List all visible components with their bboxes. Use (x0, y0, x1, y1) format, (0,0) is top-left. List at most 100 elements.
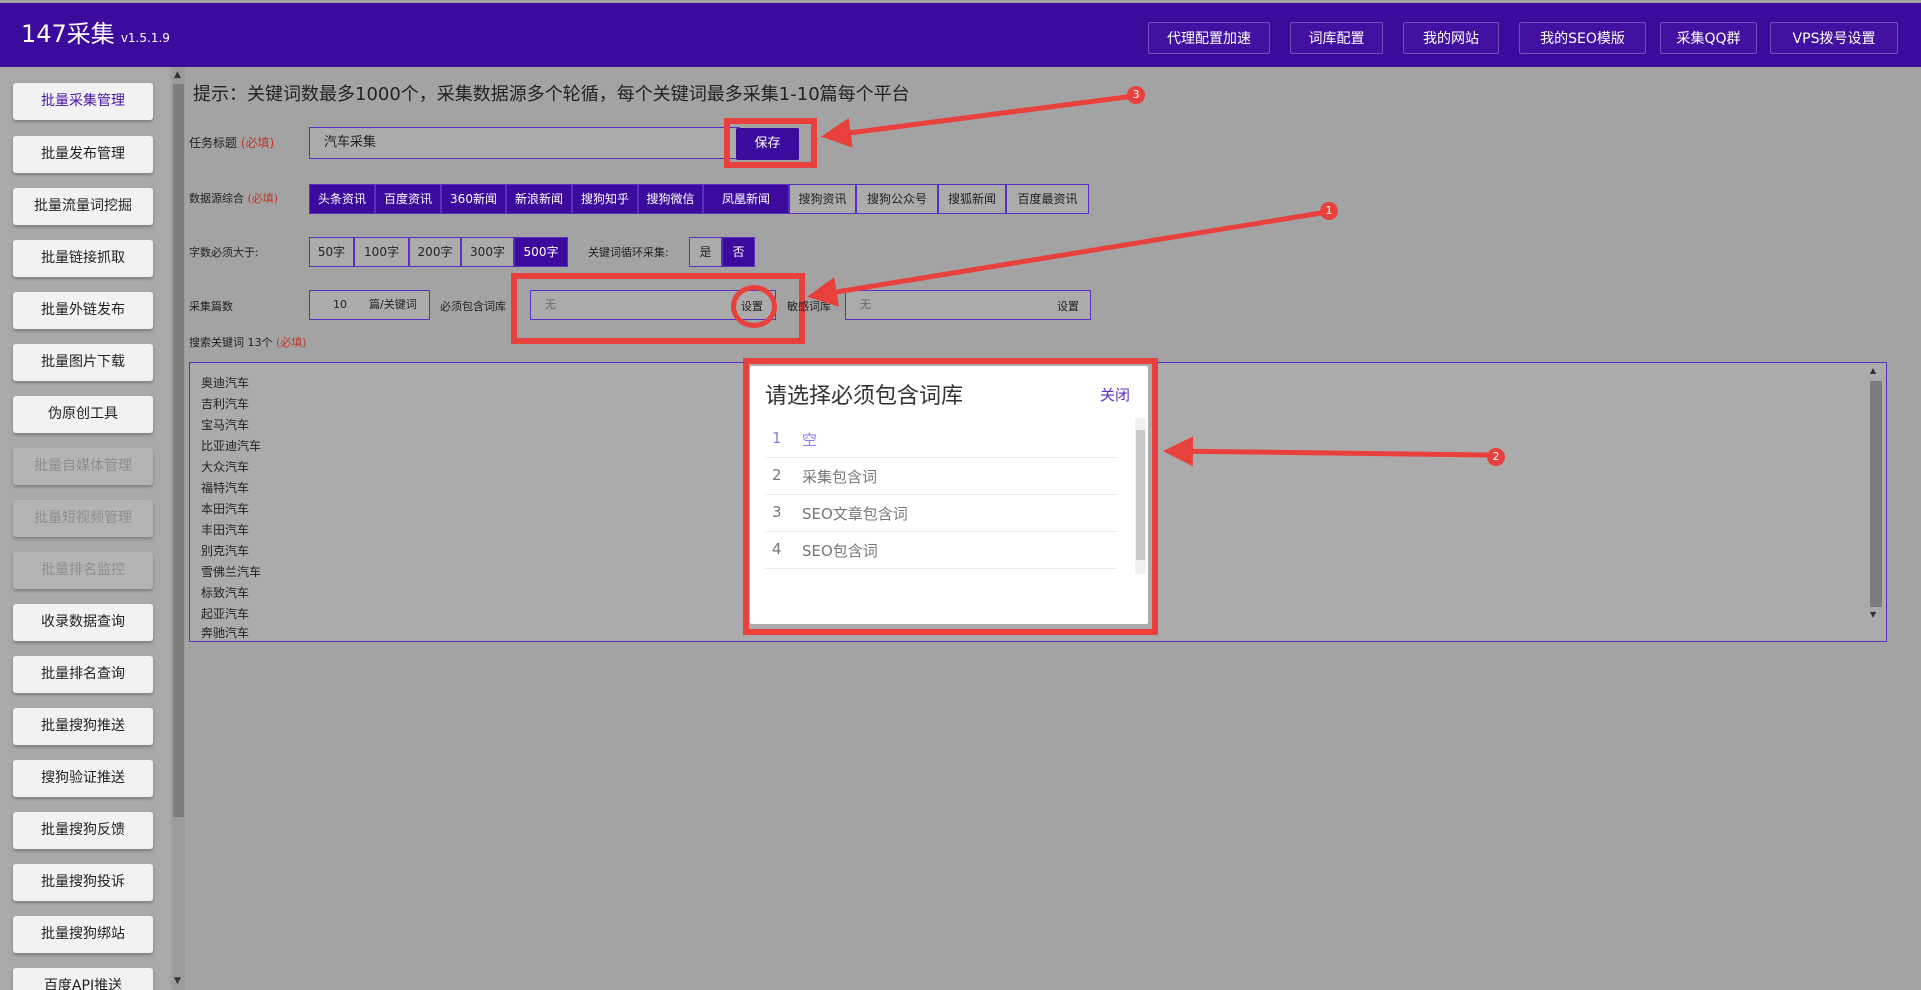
modal-title: 请选择必须包含词库 (765, 384, 964, 409)
task-title-text: 任务标题 (189, 136, 238, 150)
nav-vps-dialup[interactable]: VPS拨号设置 (1770, 22, 1898, 54)
lexicon-item-label: SEO文章包含词 (802, 505, 908, 523)
count-label: 采集篇数 (189, 300, 233, 313)
sidebar-item-rank-monitor: 批量排名监控 (13, 552, 153, 589)
sidebar-item-rank-query[interactable]: 批量排名查询 (13, 656, 153, 693)
keywords-count: 13个 (247, 336, 273, 349)
app-version: v1.5.1.9 (120, 31, 170, 45)
source-toutiao[interactable]: 头条资讯 (309, 184, 375, 214)
keyword-line: 雪佛兰汽车 (201, 565, 262, 579)
keyword-line: 别克汽车 (201, 544, 250, 558)
lexicon-item-label: SEO包含词 (802, 542, 878, 560)
required-mark: (必填) (240, 136, 275, 150)
sources-label-text: 数据源综合 (189, 192, 244, 205)
scroll-up-arrow-icon[interactable]: ▲ (174, 70, 181, 80)
nav-qq-group[interactable]: 采集QQ群 (1660, 22, 1757, 54)
sidebar-item-baidu-api-push[interactable]: 百度API推送 (13, 968, 153, 990)
nav-proxy-config[interactable]: 代理配置加速 (1148, 22, 1270, 54)
source-baidu-latest[interactable]: 百度最资讯 (1006, 184, 1089, 214)
sidebar-item-pseudo-original[interactable]: 伪原创工具 (13, 396, 153, 433)
sidebar-item-backlink-publish[interactable]: 批量外链发布 (13, 292, 153, 329)
keywords-label-text: 搜索关键词 (189, 336, 244, 349)
keyword-line: 奔驰汽车 (201, 626, 250, 640)
nav-seo-templates[interactable]: 我的SEO模版 (1519, 22, 1646, 54)
save-button[interactable]: 保存 (736, 128, 799, 160)
sidebar-item-sogou-complaint[interactable]: 批量搜狗投诉 (13, 864, 153, 901)
required-mark: (必填) (247, 192, 279, 205)
loop-no[interactable]: 否 (722, 237, 755, 267)
min-words-500[interactable]: 500字 (514, 237, 568, 267)
modal-close-button[interactable]: 关闭 (1100, 384, 1130, 405)
keyword-line: 福特汽车 (201, 481, 250, 495)
sidebar-item-link-crawl[interactable]: 批量链接抓取 (13, 240, 153, 277)
source-sogou-news[interactable]: 搜狗资讯 (789, 184, 856, 214)
lexicon-item[interactable]: 1空 (765, 421, 1117, 458)
sidebar-item-collect-manage[interactable]: 批量采集管理 (13, 83, 153, 120)
source-360[interactable]: 360新闻 (441, 184, 506, 214)
annotation-badge-3: 3 (1127, 86, 1145, 104)
modal-scrollbar-thumb[interactable] (1136, 430, 1145, 560)
keyword-line: 丰田汽车 (201, 523, 250, 537)
sidebar-item-self-media: 批量自媒体管理 (13, 448, 153, 485)
app-logo: 147采集 v1.5.1.9 (21, 19, 170, 53)
annotation-badge-2: 2 (1487, 448, 1505, 466)
loop-yes[interactable]: 是 (689, 237, 722, 267)
modal-scrollbar[interactable] (1135, 418, 1146, 574)
lexicon-item-number: 4 (772, 540, 782, 558)
app-name: 147采集 (21, 20, 115, 48)
sidebar-item-index-query[interactable]: 收录数据查询 (13, 604, 153, 641)
source-ifeng[interactable]: 凤凰新闻 (703, 184, 789, 214)
sidebar-item-traffic-words[interactable]: 批量流量词挖掘 (13, 188, 153, 225)
lexicon-item-label: 空 (802, 431, 818, 449)
lexicon-item[interactable]: 4 SEO包含词 (765, 532, 1117, 569)
count-unit: 篇/关键词 (369, 298, 417, 311)
lexicon-item-number: 2 (772, 466, 782, 484)
annotation-arrow-1 (807, 209, 1328, 307)
sidebar-item-sogou-push[interactable]: 批量搜狗推送 (13, 708, 153, 745)
sidebar-item-sogou-verify-push[interactable]: 搜狗验证推送 (13, 760, 153, 797)
sidebar-item-sogou-feedback[interactable]: 批量搜狗反馈 (13, 812, 153, 849)
sidebar-item-publish-manage[interactable]: 批量发布管理 (13, 136, 153, 173)
min-words-50[interactable]: 50字 (309, 237, 354, 267)
required-mark: (必填) (276, 336, 307, 349)
count-input[interactable]: 10 篇/关键词 (309, 290, 430, 320)
sidebar-item-sogou-bind[interactable]: 批量搜狗绑站 (13, 916, 153, 953)
exclude-input[interactable]: 无 (845, 290, 1091, 320)
loop-label: 关键词循环采集: (588, 246, 669, 259)
source-sohu[interactable]: 搜狐新闻 (938, 184, 1006, 214)
keyword-line: 宝马汽车 (201, 418, 250, 432)
source-sogou-gzh[interactable]: 搜狗公众号 (856, 184, 938, 214)
exclude-label: 敏感词库 (787, 300, 831, 313)
source-sogou-zhihu[interactable]: 搜狗知乎 (572, 184, 638, 214)
sidebar-item-image-download[interactable]: 批量图片下载 (13, 344, 153, 381)
min-words-200[interactable]: 200字 (409, 237, 461, 267)
lexicon-item[interactable]: 2 采集包含词 (765, 458, 1117, 495)
keywords-scrollbar[interactable]: ▲ ▼ (1868, 366, 1884, 640)
scroll-down-arrow-icon[interactable]: ▼ (1870, 610, 1876, 619)
scroll-up-arrow-icon[interactable]: ▲ (1870, 366, 1876, 375)
annotation-badge-1: 1 (1320, 202, 1338, 220)
task-title-label: 任务标题 (必填) (189, 134, 274, 151)
task-title-input[interactable]: 汽车采集 (309, 127, 740, 159)
lexicon-item[interactable]: 3 SEO文章包含词 (765, 495, 1117, 532)
tip-text: 提示：关键词数最多1000个，采集数据源多个轮循，每个关键词最多采集1-10篇每… (193, 84, 910, 105)
keyword-line: 奥迪汽车 (201, 376, 250, 390)
min-words-100[interactable]: 100字 (354, 237, 409, 267)
source-sina[interactable]: 新浪新闻 (506, 184, 572, 214)
min-words-label: 字数必须大于: (189, 246, 259, 259)
source-baidu[interactable]: 百度资讯 (375, 184, 441, 214)
scroll-down-arrow-icon[interactable]: ▼ (174, 976, 181, 986)
source-sogou-weixin[interactable]: 搜狗微信 (638, 184, 703, 214)
min-words-300[interactable]: 300字 (461, 237, 514, 267)
nav-lexicon-config[interactable]: 词库配置 (1290, 22, 1383, 54)
keyword-line: 吉利汽车 (201, 397, 250, 411)
exclude-set-button[interactable]: 设置 (1057, 298, 1079, 314)
nav-my-sites[interactable]: 我的网站 (1403, 22, 1499, 54)
lexicon-item-number: 3 (772, 503, 782, 521)
lexicon-item-number: 1 (772, 429, 782, 447)
keywords-scrollbar-thumb[interactable] (1870, 381, 1882, 607)
sidebar-item-short-video: 批量短视频管理 (13, 500, 153, 537)
keyword-line: 比亚迪汽车 (201, 439, 262, 453)
sidebar-scrollbar-thumb[interactable] (173, 84, 184, 817)
keyword-line: 标致汽车 (201, 586, 250, 600)
